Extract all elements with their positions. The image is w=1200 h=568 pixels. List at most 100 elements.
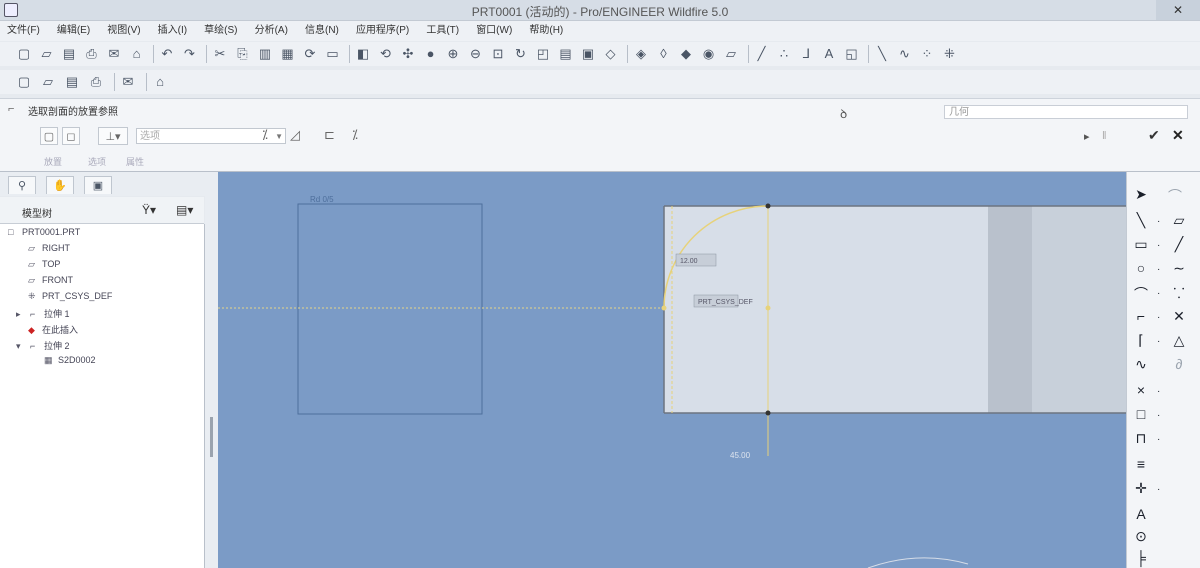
expand-icon[interactable]: ▸ [16, 309, 30, 320]
collapse-icon[interactable]: ▾ [16, 341, 30, 352]
rectangle-tool-icon[interactable]: ▭ [1131, 236, 1151, 253]
ok-button[interactable]: ✔ [1148, 127, 1160, 144]
flyout-dot[interactable]: · [1157, 264, 1160, 275]
paste-icon[interactable]: ▥ [257, 46, 273, 62]
tree-node-top[interactable]: ▱ TOP [28, 259, 60, 270]
menu-applications[interactable]: 应用程序(P) [349, 21, 416, 41]
sketch-dim-label[interactable]: PRT_CSYS_DEF [698, 299, 753, 306]
construction-line-icon[interactable]: ╱ [1169, 236, 1189, 253]
menu-file[interactable]: 文件(F) [0, 21, 47, 41]
constraint-tool-icon[interactable]: ✛ [1131, 480, 1151, 497]
flyout-dot[interactable]: · [1157, 484, 1160, 495]
menu-help[interactable]: 帮助(H) [522, 21, 570, 41]
point-create-icon[interactable]: × [1131, 382, 1151, 398]
reorient-icon[interactable]: ↻ [513, 46, 529, 62]
depth-option-button[interactable]: ⊥▾ [98, 127, 128, 145]
cut-icon[interactable]: ✂ [212, 46, 228, 62]
circle-tool-icon[interactable]: ○ [1131, 260, 1151, 276]
mail-icon[interactable]: ⌂ [129, 46, 145, 62]
menu-edit[interactable]: 编辑(E) [50, 21, 97, 41]
arc-tool-icon[interactable]: ⌒ [1131, 284, 1151, 304]
zoom-in-icon[interactable]: ⊕ [445, 46, 461, 62]
menu-window[interactable]: 窗口(W) [469, 21, 519, 41]
flyout-dot[interactable]: · [1157, 386, 1160, 397]
sketch-mode-1-icon[interactable]: ▢ [16, 74, 32, 90]
flyout-dot[interactable]: · [1157, 216, 1160, 227]
select-arrow-icon[interactable]: ➤ [1131, 186, 1151, 203]
shading-icon[interactable]: ● [423, 46, 439, 62]
use-edge-icon[interactable]: □ [1131, 406, 1151, 422]
sketch-point[interactable] [765, 410, 771, 416]
regenerate-icon[interactable]: ⟳ [302, 46, 318, 62]
flyout-dot[interactable]: · [1157, 312, 1160, 323]
flip-material-icon[interactable]: ⁒ [352, 127, 358, 143]
menu-insert[interactable]: 插入(I) [151, 21, 194, 41]
plane-tool-icon[interactable]: ◱ [844, 46, 860, 62]
menu-tools[interactable]: 工具(T) [419, 21, 466, 41]
placement-tab[interactable]: 放置 [44, 155, 62, 168]
line-tool-icon[interactable]: ╲ [1131, 212, 1151, 229]
tree-node-extrude-1[interactable]: ▸ ⌐ 拉伸 1 [16, 307, 70, 320]
sketch-dim-label[interactable]: Rd 0/5 [310, 195, 334, 204]
csys-tool-icon[interactable]: ⁜ [942, 46, 958, 62]
tree-node-extrude-2[interactable]: ▾ ⌐ 拉伸 2 [16, 339, 70, 352]
point-tool-icon[interactable]: ⁘ [919, 46, 935, 62]
repaint-icon[interactable]: ◧ [355, 46, 371, 62]
tree-node-insert-here[interactable]: ◆ 在此插入 [28, 323, 78, 336]
model-tree-tab-icon[interactable]: ⚲ [8, 176, 36, 194]
datum-axes-icon[interactable]: ╱ [754, 46, 770, 62]
tree-node-right[interactable]: ▱ RIGHT [28, 243, 70, 254]
spline-curve-icon[interactable]: ∼ [1169, 260, 1189, 277]
flip-direction-icon[interactable]: ⁒ [262, 127, 268, 143]
curve-tool-icon[interactable]: ∿ [897, 46, 913, 62]
datum-planes-icon[interactable]: ▱ [723, 46, 739, 62]
menu-info[interactable]: 信息(N) [298, 21, 346, 41]
shaded-icon[interactable]: ◆ [678, 46, 694, 62]
wireframe-icon[interactable]: ◇ [603, 46, 619, 62]
saved-views-icon[interactable]: ◰ [535, 46, 551, 62]
sketch-mode-4-icon[interactable]: ⎙ [88, 74, 104, 90]
tree-settings-icon[interactable]: Ÿ▾ [142, 203, 156, 217]
solid-button[interactable]: ▢ [40, 127, 58, 145]
hidden-line-icon[interactable]: ◈ [633, 46, 649, 62]
view-manager-icon[interactable]: ▣ [580, 46, 596, 62]
fillet-tool-icon[interactable]: ⌐ [1131, 308, 1151, 324]
redo-icon[interactable]: ↷ [182, 46, 198, 62]
flyout-dot[interactable]: · [1157, 434, 1160, 445]
close-window-button[interactable]: ✕ [1156, 0, 1200, 20]
text-tool-icon[interactable]: A [1131, 506, 1151, 522]
send-icon[interactable]: ✉ [106, 46, 122, 62]
copy-icon[interactable]: ⎘ [235, 46, 251, 62]
flyout-dot[interactable]: · [1157, 336, 1160, 347]
dimension-tool-icon[interactable]: ≡ [1131, 456, 1151, 472]
panel-splitter[interactable] [205, 172, 218, 568]
zoom-out-icon[interactable]: ⊖ [468, 46, 484, 62]
options-tab[interactable]: 选项 [88, 155, 106, 168]
open-icon[interactable]: ▱ [39, 46, 55, 62]
layers-icon[interactable]: ▤ [558, 46, 574, 62]
print-icon[interactable]: ⎙ [84, 46, 100, 62]
thicken-icon[interactable]: ⊏ [324, 127, 335, 143]
orient-icon[interactable]: ⟲ [378, 46, 394, 62]
menu-view[interactable]: 视图(V) [100, 21, 147, 41]
play-icon[interactable]: ▸ [1084, 130, 1090, 143]
flyout-dot[interactable]: · [1157, 288, 1160, 299]
point-tool-icon[interactable]: ⸪ [1169, 284, 1189, 303]
palette-tool-icon[interactable]: ⊙ [1131, 528, 1151, 545]
sketch-point[interactable] [765, 305, 771, 311]
flyout-dot[interactable]: · [1157, 410, 1160, 421]
sketch-dim-label[interactable]: 12.00 [680, 258, 698, 265]
triangle-palette-icon[interactable]: △ [1169, 332, 1189, 349]
sketch-mode-3-icon[interactable]: ▤ [64, 74, 80, 90]
chamfer-tool-icon[interactable]: ⌈ [1131, 332, 1151, 349]
sketch-point[interactable] [661, 305, 667, 311]
paste-special-icon[interactable]: ▦ [280, 46, 296, 62]
undo-icon[interactable]: ↶ [159, 46, 175, 62]
datum-points-icon[interactable]: ∴ [776, 46, 792, 62]
sketch-point[interactable] [765, 203, 771, 209]
offset-edge-icon[interactable]: ⊓ [1131, 430, 1151, 447]
new-icon[interactable]: ▢ [16, 46, 32, 62]
trim-tool-icon[interactable]: ╞ [1131, 550, 1151, 566]
surface-button[interactable]: ◻ [62, 127, 80, 145]
csys-icon[interactable]: ⅃ [799, 46, 815, 62]
